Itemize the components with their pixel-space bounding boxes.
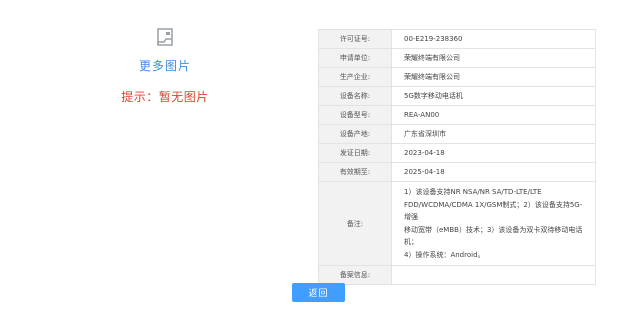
image-placeholder-icon — [157, 28, 173, 46]
table-row: 许可证号: 00-E219-238360 — [318, 29, 596, 49]
note-line: 1）该设备支持NR NSA/NR SA/TD-LTE/LTE — [404, 188, 542, 196]
field-label: 设备名称: — [318, 86, 392, 106]
note-line: 4）操作系统：Android。 — [404, 250, 485, 259]
field-label: 生产企业: — [318, 67, 392, 87]
image-gallery: 更多图片 提示：暂无图片 — [100, 28, 230, 105]
device-name-value: 5G数字移动电话机 — [391, 86, 596, 106]
field-label: 设备产地: — [318, 124, 392, 144]
note-line: 移动宽带（eMBB）技术；3）该设备为双卡双待移动电话机； — [404, 225, 583, 247]
expiry-date-value: 2025-04-18 — [391, 162, 596, 182]
back-button[interactable]: 返回 — [292, 283, 345, 302]
license-info-table: 许可证号: 00-E219-238360 申请单位: 荣耀终端有限公司 生产企业… — [318, 29, 596, 285]
table-row: 设备名称: 5G数字移动电话机 — [318, 86, 596, 106]
field-label: 申请单位: — [318, 48, 392, 68]
table-row: 生产企业: 荣耀终端有限公司 — [318, 67, 596, 87]
no-image-tip: 提示：暂无图片 — [121, 90, 209, 104]
field-label: 备注: — [318, 181, 392, 266]
table-row-note: 备注: 1）该设备支持NR NSA/NR SA/TD-LTE/LTE FDD/W… — [318, 181, 596, 266]
field-label: 有效期至: — [318, 162, 392, 182]
note-line: FDD/WCDMA/CDMA 1X/GSM制式；2）该设备支持5G-增强 — [404, 200, 583, 222]
table-row: 申请单位: 荣耀终端有限公司 — [318, 48, 596, 68]
field-label: 发证日期: — [318, 143, 392, 163]
issue-date-value: 2023-04-18 — [391, 143, 596, 163]
table-row: 设备型号: REA-AN00 — [318, 105, 596, 125]
device-model-value: REA-AN00 — [391, 105, 596, 125]
table-row: 设备产地: 广东省深圳市 — [318, 124, 596, 144]
license-number-value: 00-E219-238360 — [391, 29, 596, 49]
field-label: 许可证号: — [318, 29, 392, 49]
applicant-value: 荣耀终端有限公司 — [391, 48, 596, 68]
manufacturer-value: 荣耀终端有限公司 — [391, 67, 596, 87]
note-value: 1）该设备支持NR NSA/NR SA/TD-LTE/LTE FDD/WCDMA… — [391, 181, 596, 266]
table-row: 发证日期: 2023-04-18 — [318, 143, 596, 163]
field-label: 设备型号: — [318, 105, 392, 125]
more-images-link[interactable]: 更多图片 — [100, 57, 230, 74]
field-label: 备案信息: — [318, 265, 392, 285]
table-row: 备案信息: — [318, 265, 596, 285]
record-info-value — [391, 265, 596, 285]
table-row: 有效期至: 2025-04-18 — [318, 162, 596, 182]
origin-value: 广东省深圳市 — [391, 124, 596, 144]
